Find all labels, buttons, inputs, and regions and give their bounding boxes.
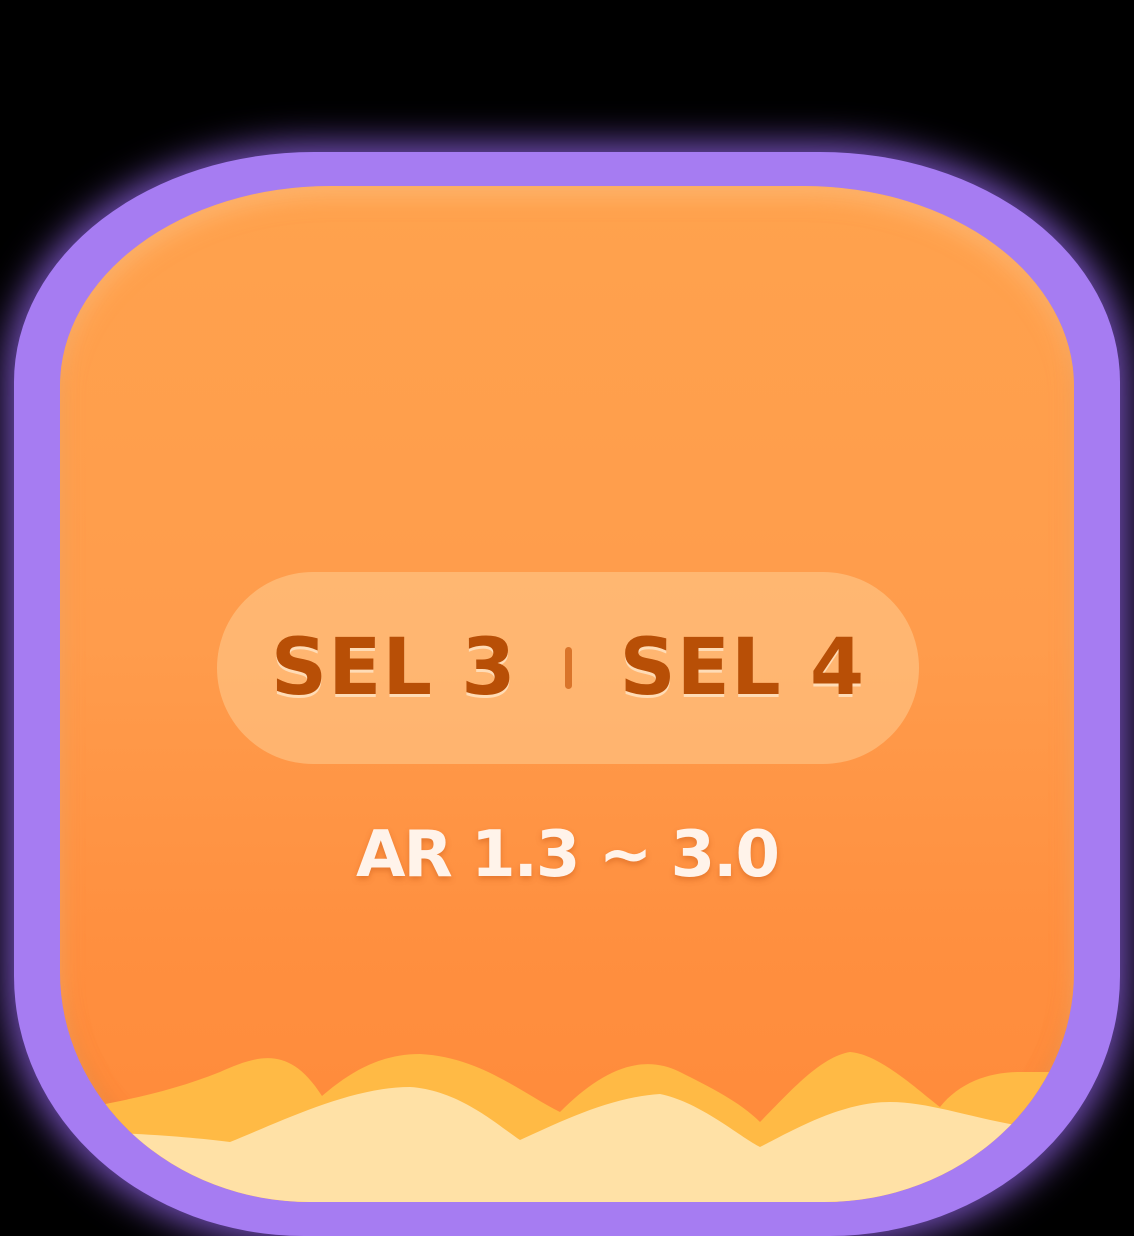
level-left-label: SEL 3 [270,623,517,713]
level-right-label: SEL 4 [619,623,866,713]
ar-range-text: AR 1.3 ~ 3.0 [355,818,780,892]
badge-stage: SEL 3 SEL 4 AR 1.3 ~ 3.0 [0,0,1134,1236]
level-divider [564,647,572,689]
wave-decoration [60,1052,1074,1202]
level-pill: SEL 3 SEL 4 [217,572,919,764]
